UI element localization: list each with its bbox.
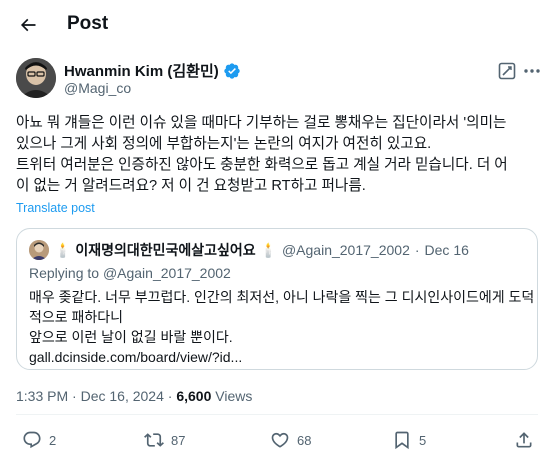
like-count: 68 — [297, 432, 312, 448]
views-count: 6,600 — [176, 388, 212, 404]
repost-button[interactable]: 87 — [144, 430, 185, 450]
like-icon — [271, 432, 289, 448]
post-text-line: 있으나 그게 사회 정의에 부합하는지'는 논란의 여지가 여전히 있고요. — [16, 136, 432, 152]
quoted-author-avatar — [29, 240, 49, 260]
post-text: 아뇨 뭐 걔들은 이런 이슈 있을 때마다 기부하는 걸로 뽕채우는 집단이라서… — [16, 113, 542, 197]
replying-to-handle: @Again_2017_2002 — [102, 265, 231, 281]
reply-button[interactable]: 2 — [22, 430, 56, 450]
post-header: Post — [0, 0, 554, 50]
translate-post-link[interactable]: Translate post — [16, 201, 95, 215]
quoted-text-line: 적으로 패하다니 — [29, 309, 124, 325]
quoted-post[interactable]: 🕯️ 이재명의대한민국에살고싶어요 🕯️ @Again_2017_2002 · … — [16, 228, 538, 370]
separator-dot: · — [414, 242, 420, 258]
separator-dot: · — [167, 388, 173, 404]
author-name[interactable]: Hwanmin Kim (김환민) — [64, 60, 219, 81]
grok-button[interactable] — [497, 61, 517, 81]
replying-to-label: Replying to — [29, 265, 100, 281]
reply-icon — [23, 431, 41, 449]
quoted-post-header: 🕯️ 이재명의대한민국에살고싶어요 🕯️ @Again_2017_2002 · … — [29, 240, 469, 260]
reply-count: 2 — [49, 432, 57, 448]
quoted-author-handle: @Again_2017_2002 — [281, 242, 410, 258]
repost-icon — [144, 433, 164, 447]
post-text-line: 트위터 여러분은 인증하진 않아도 충분한 화력으로 돕고 계실 거라 믿습니다… — [16, 157, 508, 173]
back-arrow-icon — [20, 18, 36, 32]
post-text-line: 이 없는 거 알려드려요? 저 이 건 요청받고 RT하고 퍼나름. — [16, 178, 366, 194]
like-button[interactable]: 68 — [270, 430, 311, 450]
author-handle[interactable]: @Magi_co — [64, 80, 131, 96]
quoted-text-line: 앞으로 이런 날이 없길 바랄 뿐이다. — [29, 329, 233, 345]
author-name-row: Hwanmin Kim (김환민) — [64, 60, 241, 81]
bookmark-count: 5 — [419, 432, 427, 448]
page-title: Post — [67, 13, 109, 34]
post-date[interactable]: Dec 16, 2024 — [81, 388, 164, 404]
share-icon — [516, 432, 532, 448]
post-text-line: 아뇨 뭐 걔들은 이런 이슈 있을 때마다 기부하는 걸로 뽕채우는 집단이라서… — [16, 115, 507, 131]
views-label: Views — [215, 388, 253, 404]
repost-count: 87 — [171, 432, 186, 448]
verified-badge-icon — [224, 62, 240, 79]
bookmark-icon — [395, 431, 409, 450]
post-time[interactable]: 1:33 PM — [16, 388, 68, 404]
replying-to: Replying to @Again_2017_2002 — [29, 265, 231, 281]
bookmark-button[interactable]: 5 — [392, 430, 426, 450]
share-button[interactable] — [514, 430, 534, 450]
author-avatar[interactable] — [16, 58, 56, 98]
divider — [16, 414, 538, 415]
quoted-author-name: 🕯️ 이재명의대한민국에살고싶어요 🕯️ — [54, 242, 277, 258]
separator-dot: · — [72, 388, 77, 404]
more-icon — [524, 69, 540, 73]
grok-icon — [498, 62, 516, 80]
quoted-post-date: Dec 16 — [424, 242, 469, 258]
quoted-post-text: 매우 좆같다. 너무 부끄럽다. 인간의 최저선, 아니 나락을 찍는 그 디시… — [29, 287, 535, 367]
quoted-text-line: gall.dcinside.com/board/view/?id... — [29, 349, 243, 365]
action-bar: 2 87 68 5 — [0, 430, 554, 456]
back-button[interactable] — [12, 9, 44, 41]
quoted-text-line: 매우 좆같다. 너무 부끄럽다. 인간의 최저선, 아니 나락을 찍는 그 디시… — [29, 289, 535, 305]
post-meta: 1:33 PM · Dec 16, 2024 · 6,600 Views — [16, 388, 252, 404]
more-options-button[interactable] — [521, 60, 543, 82]
